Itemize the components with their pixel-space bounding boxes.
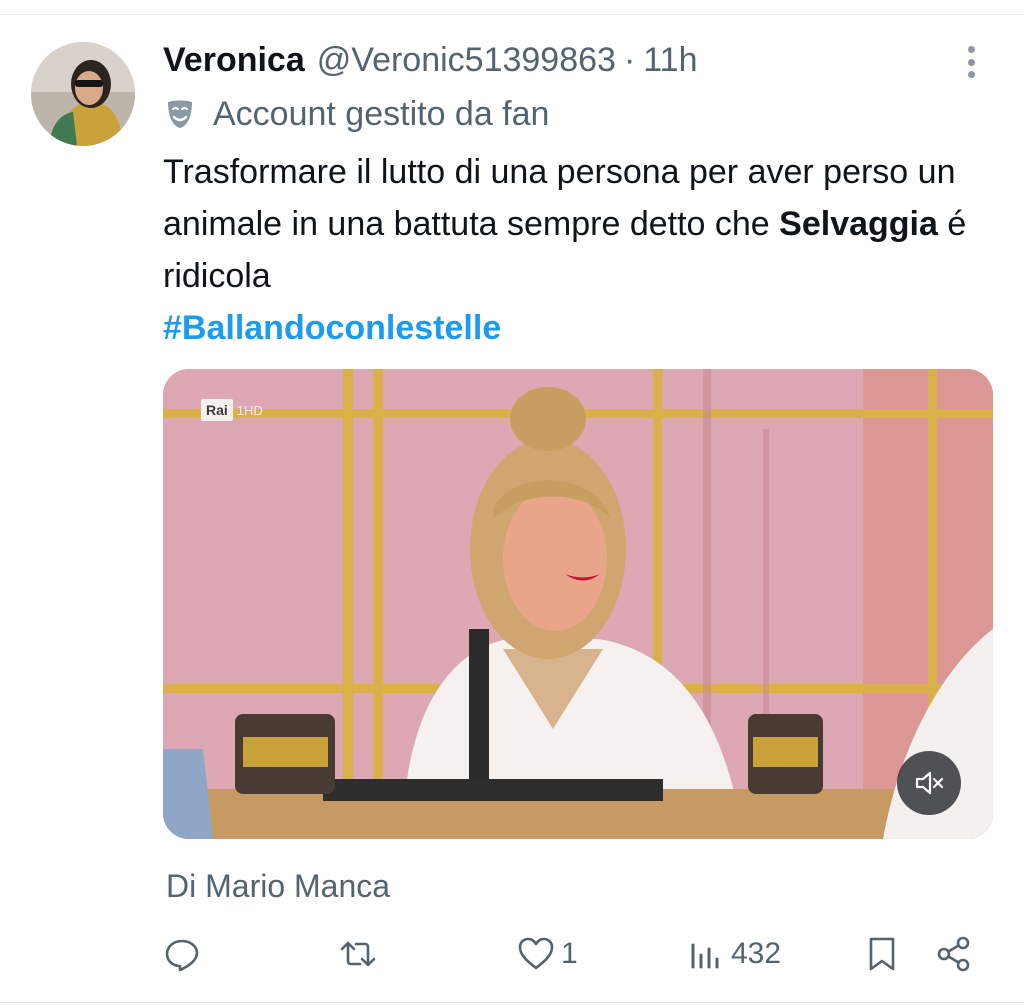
- top-divider: [0, 14, 1024, 15]
- views-icon: [691, 943, 719, 969]
- hashtag-link[interactable]: #Ballandoconlestelle: [163, 302, 501, 354]
- video-frame: [163, 369, 993, 839]
- account-label: Account gestito da fan: [163, 92, 549, 136]
- heart-icon: [518, 937, 554, 970]
- views-count: 432: [731, 937, 782, 970]
- account-label-text: Account gestito da fan: [213, 94, 550, 133]
- retweet-icon: [340, 941, 376, 967]
- bottom-divider: [0, 1002, 1024, 1003]
- share-button[interactable]: [935, 930, 973, 978]
- tweet-text: Trasformare il lutto di una persona per …: [163, 146, 993, 302]
- like-count: 1: [561, 937, 578, 970]
- timestamp[interactable]: 11h: [643, 41, 697, 80]
- channel-logo: Rai 1HD: [201, 399, 263, 421]
- user-handle[interactable]: @Veronic51399863: [317, 41, 616, 80]
- mute-button[interactable]: [897, 751, 961, 815]
- display-name[interactable]: Veronica: [163, 41, 305, 80]
- video-player[interactable]: Rai 1HD: [163, 369, 993, 839]
- views-button[interactable]: 432: [687, 930, 781, 978]
- rai-logo-text: Rai: [201, 399, 233, 421]
- tweet-header: Veronica @Veronic51399863 · 11h: [163, 38, 698, 82]
- theater-mask-icon: [168, 100, 192, 128]
- action-bar: 1 432: [163, 930, 993, 978]
- avatar-image: [31, 42, 135, 146]
- media-byline[interactable]: Di Mario Manca: [166, 864, 390, 908]
- reply-icon: [165, 939, 199, 972]
- like-button[interactable]: 1: [517, 930, 578, 978]
- channel-suffix: 1HD: [236, 402, 263, 418]
- reply-button[interactable]: [163, 930, 201, 978]
- more-options-icon[interactable]: [956, 42, 986, 82]
- share-icon: [937, 936, 970, 972]
- bookmark-button[interactable]: [863, 930, 901, 978]
- bookmark-icon: [869, 937, 895, 971]
- volume-muted-icon: [915, 771, 944, 795]
- avatar[interactable]: [31, 42, 135, 146]
- retweet-button[interactable]: [339, 930, 377, 978]
- tweet-text-bold: Selvaggia: [779, 205, 938, 243]
- separator-dot: ·: [623, 40, 636, 79]
